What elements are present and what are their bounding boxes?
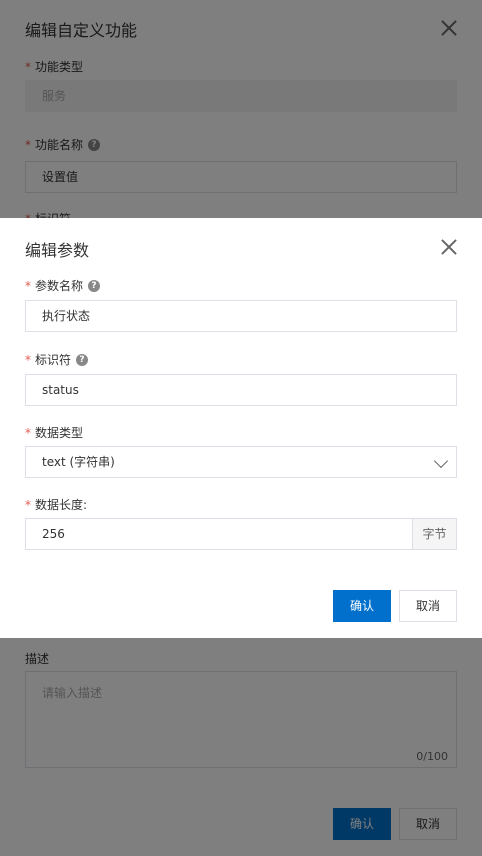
required-mark: * [25, 352, 31, 367]
data-type-label: * 数据类型 [25, 425, 84, 441]
data-type-value: text (字符串) [42, 455, 115, 469]
required-mark: * [25, 278, 31, 293]
data-length-label: * 数据长度: [25, 497, 88, 513]
param-name-label: * 参数名称 ? [25, 277, 101, 294]
data-length-value: 256 [42, 527, 65, 541]
identifier-label: * 标识符 ? [25, 351, 89, 368]
required-mark: * [25, 425, 31, 440]
confirm-button[interactable]: 确认 [333, 590, 391, 622]
identifier-input[interactable]: status [25, 374, 457, 406]
cancel-button[interactable]: 取消 [399, 590, 457, 622]
param-name-input[interactable]: 执行状态 [25, 300, 457, 332]
data-length-input[interactable]: 256 字节 [25, 518, 457, 550]
data-type-select[interactable]: text (字符串) [25, 446, 457, 478]
help-icon[interactable]: ? [76, 353, 89, 366]
required-mark: * [25, 497, 31, 512]
edit-param-modal: 编辑参数 * 参数名称 ? 执行状态 * 标识符 ? status * 数据类型… [0, 218, 482, 638]
close-icon[interactable] [440, 238, 458, 256]
data-length-unit: 字节 [412, 519, 456, 549]
modal-title: 编辑参数 [25, 241, 90, 260]
chevron-down-icon [433, 453, 449, 469]
help-icon[interactable]: ? [88, 279, 101, 292]
